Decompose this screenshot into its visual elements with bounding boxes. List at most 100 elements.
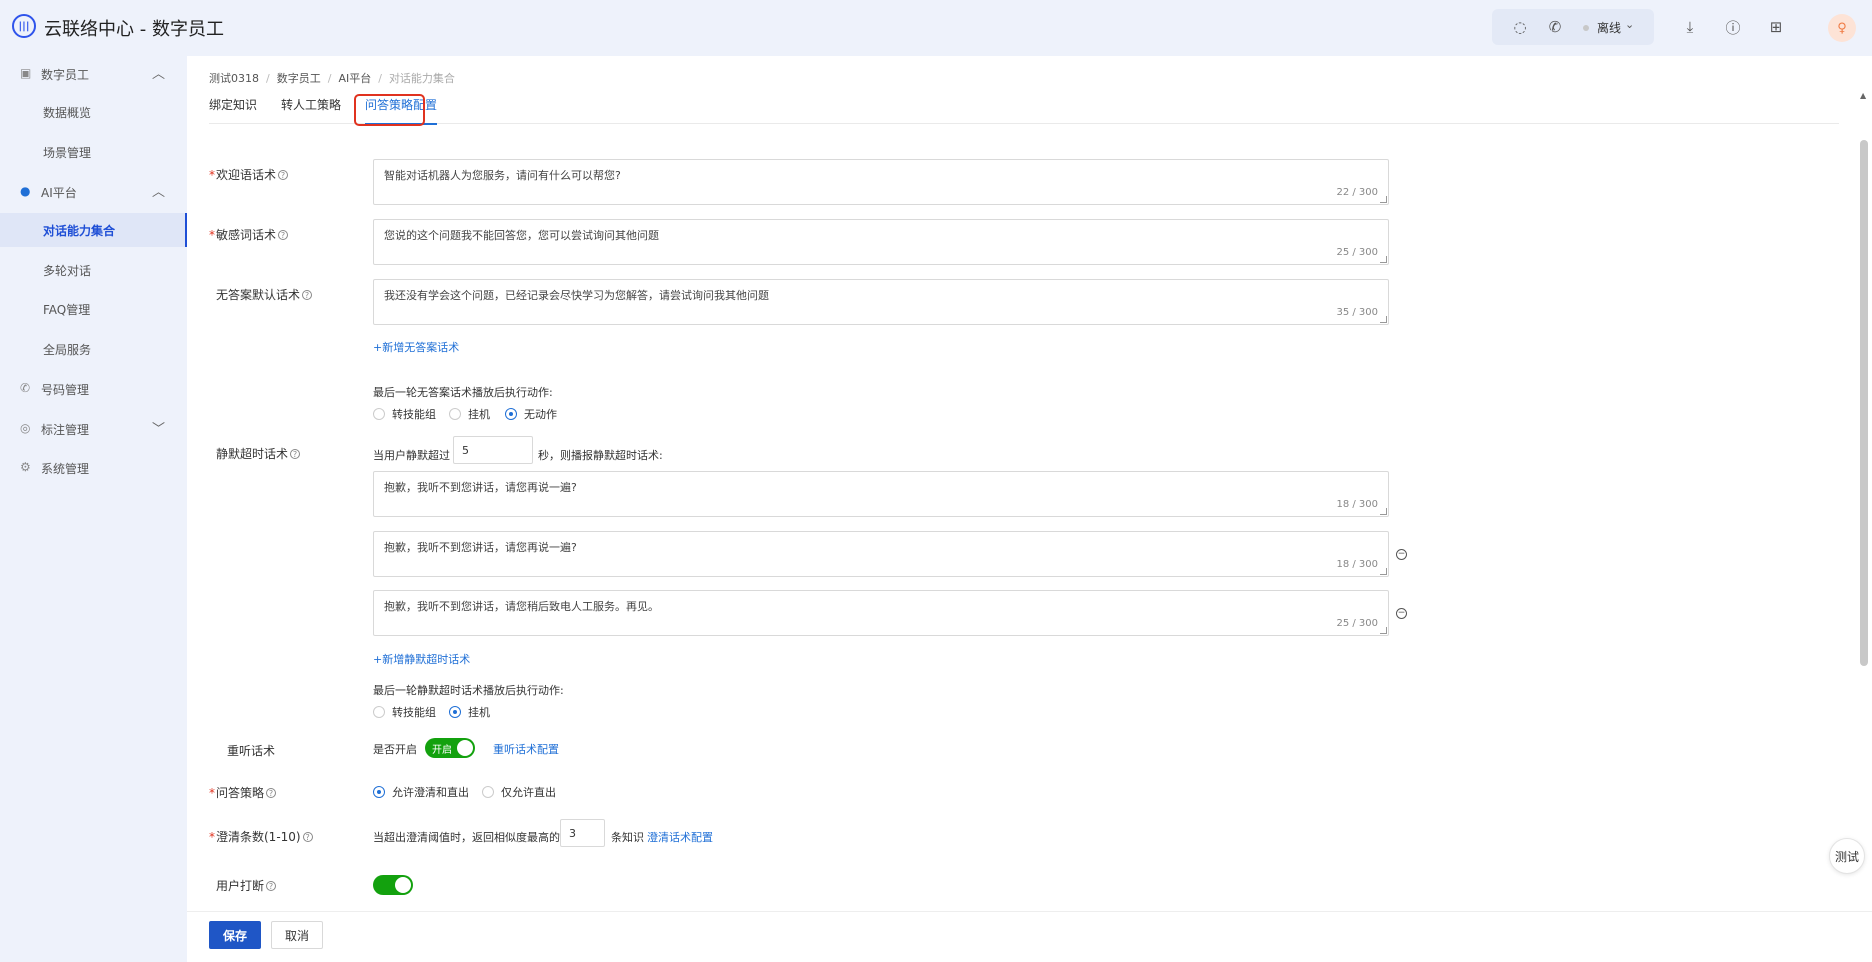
textarea-value: 您说的这个问题我不能回答您，您可以尝试询问其他问题: [384, 229, 659, 242]
sidebar-group-digital-employee[interactable]: ▣ 数字员工 ︿: [0, 56, 187, 92]
sidebar-group-ai-platform[interactable]: ● AI平台 ︿: [0, 174, 187, 210]
radio-circle-selected: [505, 408, 517, 420]
noanswer-textarea[interactable]: 我还没有学会这个问题，已经记录会尽快学习为您解答，请尝试询问我其他问题 35 /…: [373, 279, 1389, 325]
silence-radio-skill[interactable]: 转技能组: [373, 705, 436, 719]
save-button[interactable]: 保存: [209, 921, 261, 949]
radio-circle: [482, 786, 494, 798]
replay-config-link[interactable]: 重听话术配置: [493, 741, 559, 757]
textarea-value: 抱歉，我听不到您讲话，请您再说一遍?: [384, 541, 577, 554]
noanswer-label: 无答案默认话术?: [216, 286, 313, 303]
chat-icon[interactable]: ◌: [1509, 16, 1531, 38]
noanswer-radio-skill[interactable]: 转技能组: [373, 407, 436, 421]
apps-grid-icon[interactable]: ⊞: [1765, 16, 1787, 38]
clarify-count-input[interactable]: 3: [560, 819, 605, 847]
resize-handle[interactable]: [1380, 508, 1387, 515]
silence-prefix: 当用户静默超过: [373, 449, 450, 462]
clarify-config-link[interactable]: 澄清话术配置: [647, 829, 713, 845]
chevron-up-icon: ︿: [152, 67, 166, 82]
char-count: 35 / 300: [1336, 307, 1378, 318]
sidebar-item-faq[interactable]: FAQ管理: [0, 292, 187, 326]
silence-textarea-3[interactable]: 抱歉，我听不到您讲话，请您稍后致电人工服务。再见。 25 / 300: [373, 590, 1389, 636]
test-button[interactable]: 测试: [1829, 838, 1865, 874]
sidebar-group-label: 数字员工: [41, 68, 90, 82]
sidebar-group-system[interactable]: ⚙ 系统管理: [0, 450, 187, 486]
silence-textarea-2[interactable]: 抱歉，我听不到您讲话，请您再说一遍? 18 / 300: [373, 531, 1389, 577]
help-icon: ?: [266, 788, 277, 798]
strategy-radio-clarify[interactable]: 允许澄清和直出: [373, 785, 469, 799]
help-icon: ?: [302, 832, 313, 842]
sidebar-group-label: 标注管理: [41, 423, 90, 437]
sidebar-item-global-service[interactable]: 全局服务: [0, 332, 187, 366]
scrollbar-thumb[interactable]: [1860, 140, 1868, 666]
sidebar-item-overview[interactable]: 数据概览: [0, 95, 187, 129]
interrupt-label: 用户打断?: [216, 877, 277, 894]
sidebar-item-scenes[interactable]: 场景管理: [0, 135, 187, 169]
sidebar-item-label: 场景管理: [43, 146, 92, 160]
strategy-radio-direct[interactable]: 仅允许直出: [482, 785, 556, 799]
add-noanswer-link[interactable]: +新增无答案话术: [373, 339, 459, 355]
clarify-suffix: 条知识: [611, 831, 644, 844]
textarea-value: 智能对话机器人为您服务，请问有什么可以帮您?: [384, 169, 621, 182]
remove-circle-icon[interactable]: −: [1396, 608, 1407, 619]
resize-handle[interactable]: [1380, 568, 1387, 575]
noanswer-radio-hangup[interactable]: 挂机: [449, 407, 490, 421]
sidebar-item-label: FAQ管理: [43, 303, 91, 317]
tab-transfer-strategy[interactable]: 转人工策略: [281, 96, 341, 124]
help-icon: ?: [302, 290, 313, 300]
download-icon[interactable]: ⤓: [1679, 16, 1701, 38]
breadcrumb-item[interactable]: 测试0318: [209, 72, 259, 85]
silence-suffix: 秒，则播报静默超时话术:: [538, 449, 663, 462]
add-silence-link[interactable]: +新增静默超时话术: [373, 651, 470, 667]
gear-icon: ⚙: [20, 460, 31, 474]
scroll-up-icon[interactable]: ▲: [1860, 91, 1866, 100]
form-footer: 保存 取消: [187, 911, 1872, 962]
toggle-knob: [457, 740, 473, 756]
tab-bind-knowledge[interactable]: 绑定知识: [209, 96, 257, 124]
resize-handle[interactable]: [1380, 627, 1387, 634]
sidebar-group-label: 系统管理: [41, 462, 90, 476]
noanswer-radio-none[interactable]: 无动作: [505, 407, 557, 421]
main-content: 测试0318/数字员工 / AI平台 / 对话能力集合 绑定知识 转人工策略 问答策略配…: [187, 56, 1872, 962]
sidebar-item-label: 多轮对话: [43, 264, 92, 278]
help-icon[interactable]: ⓘ: [1722, 16, 1744, 38]
interrupt-toggle[interactable]: [373, 875, 413, 895]
resize-handle[interactable]: [1380, 316, 1387, 323]
sidebar-item-dialog-abilities[interactable]: 对话能力集合: [0, 213, 187, 247]
chevron-down-icon[interactable]: ⌄: [1625, 18, 1634, 31]
chevron-down-icon: ﹀: [152, 422, 166, 437]
sidebar-item-multi-turn[interactable]: 多轮对话: [0, 253, 187, 287]
robot-icon: ▣: [20, 66, 32, 80]
phone-icon: ✆: [20, 381, 31, 395]
scrollbar[interactable]: [1860, 100, 1868, 910]
breadcrumb-item[interactable]: AI平台: [338, 72, 371, 85]
breadcrumb-item[interactable]: 数字员工: [277, 72, 321, 85]
toggle-knob: [395, 877, 411, 893]
welcome-textarea[interactable]: 智能对话机器人为您服务，请问有什么可以帮您? 22 / 300: [373, 159, 1389, 205]
remove-circle-icon[interactable]: −: [1396, 549, 1407, 560]
help-icon: ?: [290, 449, 301, 459]
sensitive-label: *敏感词话术?: [209, 226, 289, 243]
breadcrumb: 测试0318/数字员工 / AI平台 / 对话能力集合: [209, 72, 455, 85]
noanswer-action-title: 最后一轮无答案话术播放后执行动作:: [373, 386, 553, 399]
silence-radio-hangup[interactable]: 挂机: [449, 705, 490, 719]
sidebar: ▣ 数字员工 ︿ 数据概览 场景管理 ● AI平台 ︿ 对话能力集合 多轮对话 …: [0, 56, 187, 962]
silence-action-title: 最后一轮静默超时话术播放后执行动作:: [373, 684, 564, 697]
sensitive-textarea[interactable]: 您说的这个问题我不能回答您，您可以尝试询问其他问题 25 / 300: [373, 219, 1389, 265]
avatar[interactable]: ♀: [1828, 14, 1856, 42]
sidebar-item-label: 对话能力集合: [43, 224, 116, 238]
cancel-button[interactable]: 取消: [271, 921, 323, 949]
resize-handle[interactable]: [1380, 256, 1387, 263]
phone-icon[interactable]: ✆: [1544, 16, 1566, 38]
sidebar-group-annotation[interactable]: ◎ 标注管理 ﹀: [0, 411, 187, 447]
help-icon: ?: [278, 170, 289, 180]
resize-handle[interactable]: [1380, 196, 1387, 203]
silence-seconds-input[interactable]: 5: [453, 436, 533, 464]
replay-enabled-label: 是否开启: [373, 743, 417, 756]
sidebar-group-numbers[interactable]: ✆ 号码管理: [0, 371, 187, 407]
radio-circle: [373, 408, 385, 420]
status-text[interactable]: 离线: [1597, 19, 1621, 36]
silence-textarea-1[interactable]: 抱歉，我听不到您讲话，请您再说一遍? 18 / 300: [373, 471, 1389, 517]
char-count: 25 / 300: [1336, 247, 1378, 258]
replay-toggle[interactable]: 开启: [425, 738, 475, 758]
radio-circle: [373, 706, 385, 718]
